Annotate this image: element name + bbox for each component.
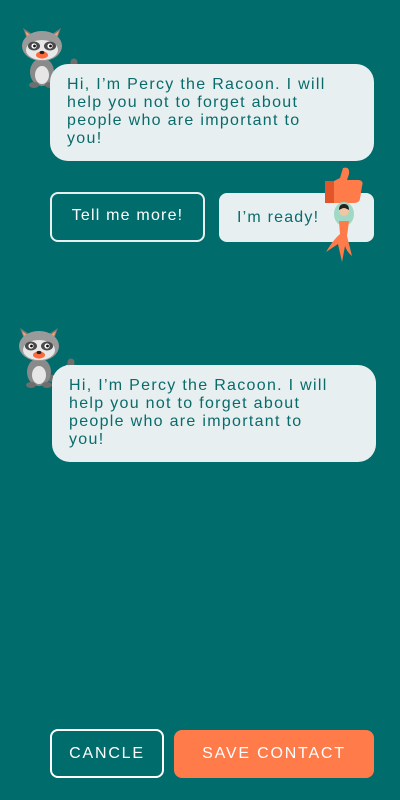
thumbs-up-sticker-icon: [325, 167, 363, 262]
message-line: people who are important to: [67, 112, 301, 129]
tell-me-more-button[interactable]: Tell me more!: [50, 192, 205, 242]
message-line: Hi, I’m Percy the Racoon. I will: [67, 76, 326, 93]
message-line: you!: [69, 431, 105, 448]
message-line: Hi, I’m Percy the Racoon. I will: [69, 377, 328, 394]
raccoon-message-bubble: Hi, I’m Percy the Racoon. I will help yo…: [50, 64, 374, 161]
message-line: help you not to forget about: [67, 94, 299, 111]
cancel-button[interactable]: CANCLE: [50, 729, 164, 778]
im-ready-label: I’m ready!: [237, 208, 320, 226]
message-line: help you not to forget about: [69, 395, 301, 412]
raccoon-message-bubble: Hi, I’m Percy the Racoon. I will help yo…: [52, 365, 376, 462]
message-line: people who are important to: [69, 413, 303, 430]
save-contact-button[interactable]: SAVE CONTACT: [174, 730, 374, 778]
message-line: you!: [67, 130, 103, 147]
